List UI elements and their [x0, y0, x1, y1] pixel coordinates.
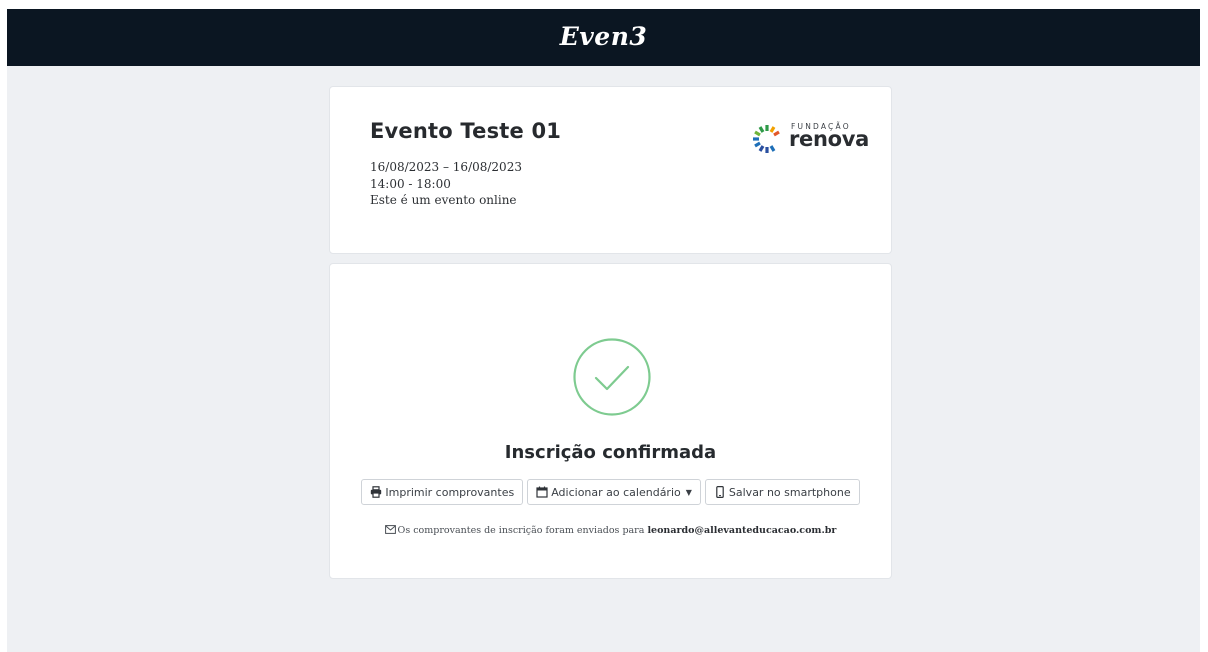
- calendar-icon: [536, 486, 548, 498]
- event-time: 14:00 - 18:00: [370, 176, 451, 191]
- add-to-calendar-button[interactable]: Adicionar ao calendário ▼: [527, 479, 701, 505]
- app-frame: Even3 Evento Teste 01 16/08/2023 – 16/08…: [7, 9, 1200, 652]
- brand-logo[interactable]: Even3: [560, 22, 648, 51]
- print-receipts-button[interactable]: Imprimir comprovantes: [361, 479, 524, 505]
- organizer-logo-name: renova: [789, 127, 870, 151]
- top-navbar: Even3: [7, 9, 1200, 66]
- chevron-down-icon: ▼: [685, 487, 692, 497]
- event-title: Evento Teste 01: [370, 119, 562, 143]
- event-card: Evento Teste 01 16/08/2023 – 16/08/2023 …: [329, 86, 892, 254]
- event-details: 16/08/2023 – 16/08/2023 14:00 - 18:00 Es…: [370, 159, 522, 209]
- smartphone-icon: [714, 486, 726, 498]
- receipt-email-note: Os comprovantes de inscrição foram envia…: [330, 525, 891, 536]
- check-circle-icon: [573, 338, 651, 416]
- receipt-note-text: Os comprovantes de inscrição foram envia…: [397, 525, 645, 536]
- add-to-calendar-label: Adicionar ao calendário: [551, 485, 681, 499]
- organizer-logo: FUNDAÇÃO renova: [750, 122, 870, 156]
- save-to-smartphone-label: Salvar no smartphone: [728, 485, 851, 499]
- print-receipts-label: Imprimir comprovantes: [385, 485, 515, 499]
- envelope-icon: [384, 525, 396, 534]
- receipt-email: leonardo@allevanteducacao.com.br: [647, 525, 837, 536]
- printer-icon: [370, 486, 382, 498]
- confirmation-title: Inscrição confirmada: [504, 442, 717, 463]
- confirmation-card: Inscrição confirmada Imprimir comprovant…: [329, 263, 892, 579]
- action-buttons: Imprimir comprovantes Adicionar ao calen…: [330, 479, 891, 505]
- event-dates: 16/08/2023 – 16/08/2023: [370, 160, 522, 174]
- renova-mark-icon: [753, 125, 780, 153]
- event-location: Este é um evento online: [370, 193, 517, 207]
- save-to-smartphone-button[interactable]: Salvar no smartphone: [704, 479, 860, 505]
